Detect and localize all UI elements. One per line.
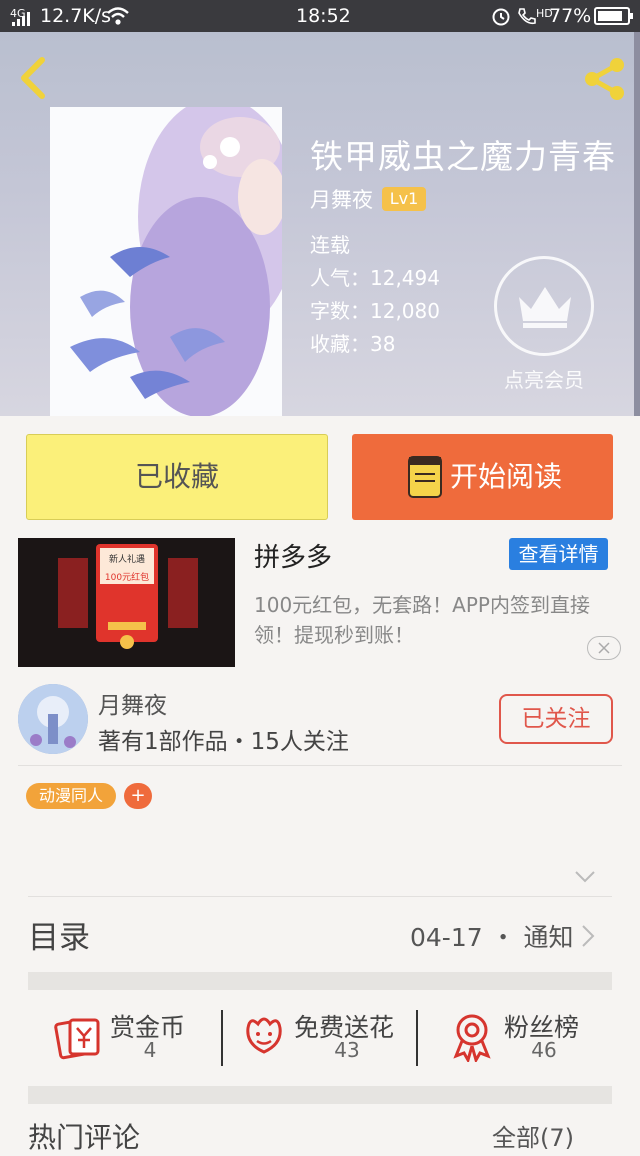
wifi-icon: [107, 7, 129, 25]
chevron-down-icon[interactable]: [574, 866, 596, 888]
serial-status: 连载: [310, 233, 350, 257]
cover-illustration: [70, 107, 282, 416]
reward-coin-button[interactable]: 赏金币 4: [54, 1006, 224, 1068]
hot-comments-label: 热门评论: [28, 1121, 141, 1154]
flower-icon: [246, 1017, 282, 1054]
toc-label[interactable]: 目录: [28, 912, 90, 957]
collected-button[interactable]: 已收藏: [26, 434, 328, 520]
free-flower-button[interactable]: 免费送花 43: [242, 1006, 412, 1068]
close-icon: [598, 642, 610, 654]
follow-button[interactable]: 已关注: [499, 694, 613, 744]
book-header: 铁甲威虫之魔力青春 月舞夜 Lv1 连载 人气：12,494 字数：12,080…: [0, 32, 640, 416]
back-icon[interactable]: [16, 56, 50, 100]
status-bar: 4G 12.7K/s 18:52 HD 77%: [0, 0, 640, 32]
start-reading-button[interactable]: 开始阅读: [352, 434, 613, 520]
reward-coin-icon: [54, 1018, 100, 1060]
ad-banner-text-2: 100元红包: [104, 573, 150, 583]
tag-item[interactable]: 动漫同人: [26, 783, 116, 809]
ad-banner-image[interactable]: 新人礼遇 100元红包: [18, 538, 235, 667]
fan-ranking-button[interactable]: 粉丝榜 46: [450, 1006, 600, 1068]
toc-update[interactable]: 04-17 ・ 通知: [410, 918, 574, 954]
author-card-stats: 著有1部作品・15人关注: [98, 729, 349, 755]
start-reading-label: 开始阅读: [450, 460, 563, 493]
section-separator: [28, 1086, 612, 1104]
book-cover[interactable]: [50, 107, 282, 416]
author-link[interactable]: 月舞夜: [310, 184, 373, 214]
ad-close-button[interactable]: [587, 636, 621, 660]
chevron-right-icon[interactable]: [580, 924, 596, 948]
divider: [18, 765, 622, 766]
word-count-stat: 字数：12,080: [310, 299, 440, 323]
signal-icon: [12, 12, 30, 26]
vip-button[interactable]: [494, 256, 594, 356]
battery-percent: 77%: [549, 5, 592, 27]
clock: 18:52: [296, 5, 351, 27]
battery-icon: [594, 7, 633, 25]
avatar-image: [18, 684, 88, 754]
favorites-stat: 收藏：38: [310, 332, 396, 356]
all-comments-link[interactable]: 全部(7): [492, 1118, 574, 1153]
avatar[interactable]: [18, 684, 88, 754]
medal-icon: [453, 1014, 491, 1062]
level-badge: Lv1: [382, 187, 426, 211]
section-separator: [28, 972, 612, 990]
book-title: 铁甲威虫之魔力青春: [310, 137, 616, 176]
fan-ranking-value: 46: [531, 1038, 557, 1062]
vip-label[interactable]: 点亮会员: [480, 364, 608, 393]
add-tag-button[interactable]: +: [124, 783, 152, 809]
share-icon[interactable]: [580, 54, 630, 104]
free-flower-value: 43: [334, 1038, 360, 1062]
ad-banner-text-1: 新人礼遇: [108, 555, 145, 565]
divider: [221, 1010, 223, 1066]
divider: [28, 896, 612, 897]
reward-coin-value: 4: [143, 1038, 157, 1062]
phone-icon: [518, 8, 536, 25]
popularity-stat: 人气：12,494: [310, 266, 440, 290]
alarm-icon: [492, 8, 510, 26]
divider: [416, 1010, 418, 1066]
author-card-name[interactable]: 月舞夜: [98, 686, 167, 720]
crown-icon: [519, 287, 571, 328]
ad-title[interactable]: 拼多多: [254, 537, 332, 574]
scrollbar[interactable]: [634, 32, 640, 416]
ad-description[interactable]: 100元红包，无套路！APP内签到直接领！提现秒到账！: [254, 590, 614, 650]
book-icon: [408, 456, 442, 498]
ad-detail-button[interactable]: 查看详情: [509, 538, 608, 570]
network-speed: 12.7K/s: [40, 5, 112, 27]
